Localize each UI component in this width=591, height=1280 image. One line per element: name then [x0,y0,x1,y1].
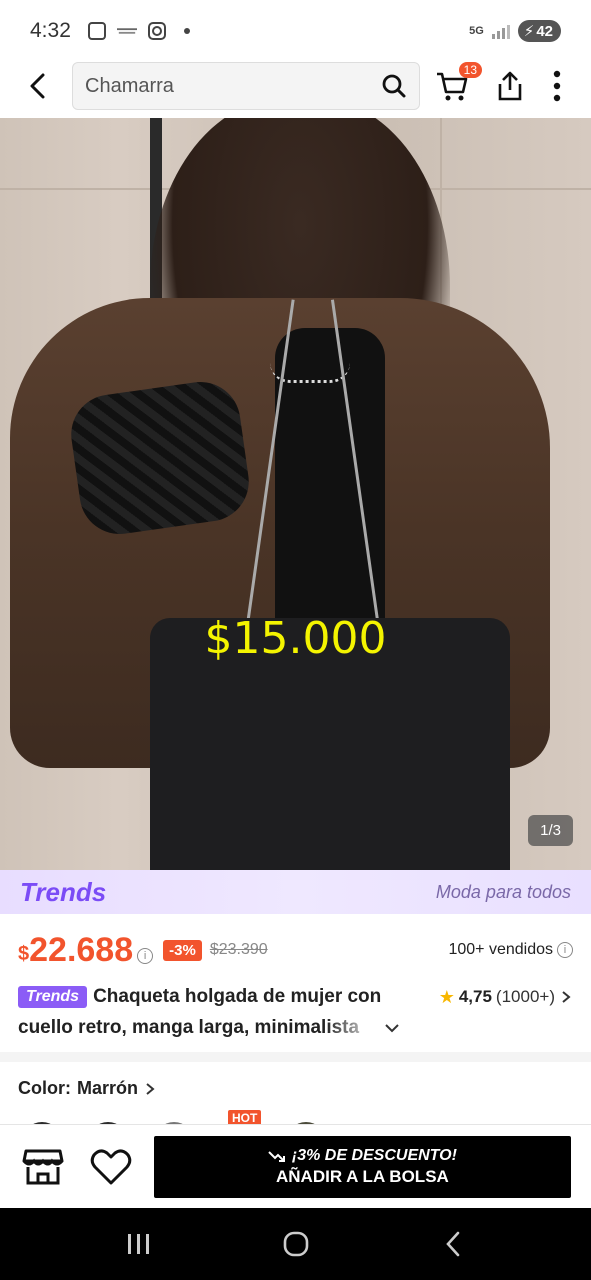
system-back-button[interactable] [428,1219,478,1269]
chevron-right-icon [146,1082,155,1095]
heart-icon [90,1148,132,1184]
discount-badge: -3% [163,939,202,961]
home-icon [283,1231,308,1257]
trends-logo: Trends [20,876,107,907]
chevron-down-icon[interactable] [384,1020,400,1036]
price-info-icon[interactable]: i [137,948,154,964]
rating-summary[interactable]: ★ 4,75 (1000+) [439,987,573,1008]
back-arrow-icon [30,73,45,99]
battery-icon: ⚡ [523,23,535,40]
recent-apps-button[interactable] [114,1219,164,1269]
product-title-block: Trends Chaqueta holgada de mujer con ★ 4… [18,982,573,1043]
image-page-indicator: 1/3 [528,815,573,846]
more-vertical-icon [553,70,561,102]
app-notification-icon [116,21,137,41]
search-query: Chamarra [85,74,174,97]
status-bar: 4:32 5G ⚡ 42 [0,0,591,62]
sold-count-text: 100+ vendidos [448,941,553,958]
battery-level: 42 [536,22,553,40]
add-to-bag-label: AÑADIR A LA BOLSA [275,1166,449,1186]
screenshot-icon [87,21,107,41]
section-divider [0,1052,591,1062]
back-icon [445,1231,459,1257]
more-notifications-dot-icon [177,21,197,41]
more-options-button[interactable] [542,66,572,106]
promo-text: ¡3% DE DESCUENTO! [291,1146,457,1164]
system-navigation-bar [0,1208,591,1280]
cart-count-badge: 13 [458,62,482,78]
sold-info-icon[interactable]: i [557,942,573,958]
rating-count: (1000+) [495,987,555,1006]
current-price: 22.688 [29,930,134,969]
promo-line: ¡3% DE DESCUENTO! [268,1147,457,1165]
product-title-line1: Chaqueta holgada de mujer con [93,986,382,1007]
chevron-right-icon [562,991,571,1003]
bottom-action-bar: ¡3% DE DESCUENTO! AÑADIR A LA BOLSA [0,1124,591,1208]
original-price: $23.390 [209,941,268,958]
store-button[interactable] [20,1144,66,1190]
store-icon [22,1149,64,1184]
home-button[interactable] [271,1219,321,1269]
search-icon[interactable] [381,73,407,99]
wishlist-button[interactable] [88,1144,134,1190]
notification-icons [87,21,197,41]
woven-clutch-bag [66,376,254,540]
trends-tag: Trends [18,986,88,1008]
price-row: $ 22.688 i -3% $23.390 100+ vendidos i [18,928,573,972]
battery-indicator: ⚡ 42 [517,20,561,42]
signal-icon [491,23,510,39]
trends-tagline: Moda para todos [435,881,571,902]
color-value: Marrón [77,1078,139,1098]
status-time: 4:32 [30,19,71,42]
back-button[interactable] [18,66,58,106]
star-icon: ★ [438,986,455,1007]
share-button[interactable] [490,66,530,106]
image-price-overlay: $15.000 [204,613,387,664]
trends-banner[interactable]: Trends Moda para todos [0,870,591,914]
rating-value: 4,75 [458,987,492,1006]
instagram-icon [147,21,167,41]
network-type: 5G [469,24,484,37]
sold-count: 100+ vendidos i [448,941,573,959]
recent-apps-icon [127,1234,149,1254]
cart-button[interactable]: 13 [432,62,482,106]
share-icon [498,71,522,101]
color-selector-header[interactable]: Color: Marrón [18,1078,156,1099]
product-image[interactable]: $15.000 1/3 [0,118,591,870]
trend-down-icon [268,1150,285,1162]
search-input[interactable]: Chamarra [72,62,420,110]
search-header: Chamarra 13 [0,58,591,114]
product-title-line2: cuello retro, manga larga, minimalista [18,1017,360,1038]
price-currency: $ [18,943,30,965]
color-label: Color: [18,1078,71,1098]
add-to-bag-button[interactable]: ¡3% DE DESCUENTO! AÑADIR A LA BOLSA [153,1135,571,1198]
